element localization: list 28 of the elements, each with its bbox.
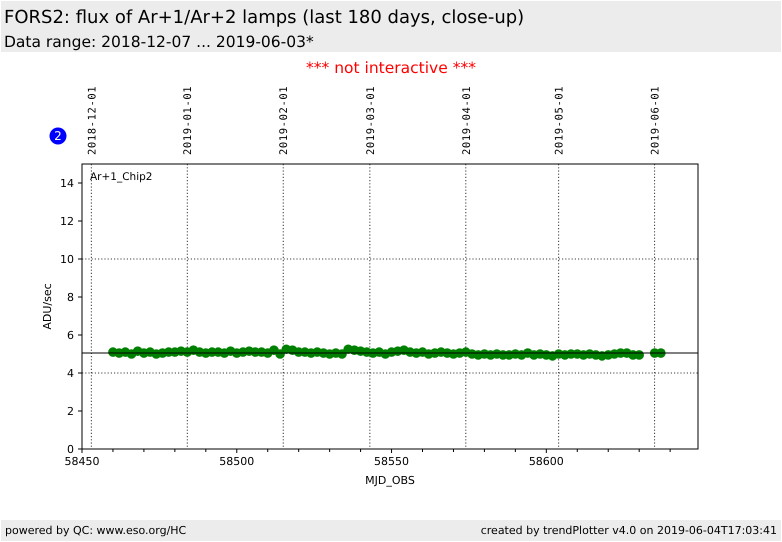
count-badge: 2 [50,128,66,144]
date-tick-label: 2019-04-01 [460,86,473,155]
page-title: FORS2: flux of Ar+1/Ar+2 lamps (last 180 days, close-up) [4,7,524,29]
data-range-text: Data range: 2018-12-07 ... 2019-06-03* [4,32,314,52]
axis-tick-label: 58600 [528,455,564,468]
date-tick-label: 2018-12-01 [86,86,98,155]
axis-tick-label: 6 [67,329,74,342]
axis-tick-label: 2 [67,405,74,418]
axis-tick-label: 58550 [374,455,410,468]
axis-tick-label: 14 [60,177,74,190]
axis-tick-label: 58500 [219,455,254,468]
x-axis-title: MJD_OBS [365,474,415,487]
date-tick-label: 2019-02-01 [278,86,290,155]
footer-credit: powered by QC: www.eso.org/HC [5,524,186,537]
axis-tick-label: 10 [60,253,74,266]
axis-tick-label: 58450 [64,455,100,468]
date-tick-label: 2019-05-01 [554,86,566,155]
y-axis-title: ADU/sec [41,283,54,330]
axis-tick-label: 8 [67,291,74,304]
axis-tick-label: 4 [67,367,74,380]
date-tick-label: 2019-03-01 [364,86,377,155]
date-tick-label: 2019-06-01 [650,86,662,155]
axis-tick-label: 12 [60,215,74,228]
date-tick-label: 2019-01-01 [182,86,194,155]
notice-text: *** not interactive *** [306,59,476,77]
axis-tick-label: 0 [67,443,74,456]
series-label: Ar+1_Chip2 [90,171,152,183]
footer-timestamp: created by trendPlotter v4.0 on 2019-06-04T17:03:41 [480,524,777,537]
